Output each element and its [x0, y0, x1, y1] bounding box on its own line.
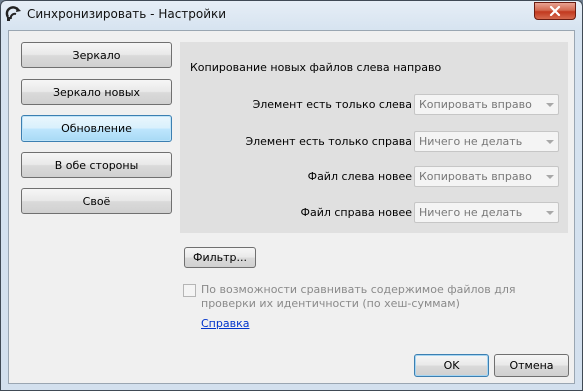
row-right-newer-select[interactable]: Ничего не делать — [414, 202, 559, 223]
row-left-only-value: Копировать вправо — [419, 98, 532, 111]
row-left-newer-value: Копировать вправо — [419, 170, 532, 183]
row-right-newer-label: Файл справа новее — [300, 206, 412, 219]
mode-custom-button[interactable]: Своё — [21, 188, 172, 214]
cancel-button[interactable]: Отмена — [494, 354, 569, 377]
chevron-down-icon — [546, 103, 554, 107]
mode-update-button[interactable]: Обновление — [21, 115, 172, 142]
close-icon — [549, 6, 561, 16]
mode-two-way-button[interactable]: В обе стороны — [21, 152, 172, 178]
title-bar[interactable]: Синхронизировать - Настройки — [1, 1, 582, 29]
close-button[interactable] — [534, 2, 576, 20]
row-left-newer-label: Файл слева новее — [307, 170, 412, 183]
row-right-only-label: Элемент есть только справа — [245, 135, 412, 148]
row-left-only-label: Элемент есть только слева — [252, 98, 412, 111]
chevron-down-icon — [546, 140, 554, 144]
mode-mirror-button[interactable]: Зеркало — [21, 42, 172, 68]
chevron-down-icon — [546, 175, 554, 179]
sync-rules-panel: Копирование новых файлов слева направо Э… — [180, 42, 568, 233]
mode-mirror-new-label: Зеркало новых — [52, 85, 141, 99]
dialog-body: Зеркало Зеркало новых Обновление В обе с… — [8, 30, 575, 384]
help-link[interactable]: Справка — [201, 317, 249, 330]
ok-button-label: OK — [443, 359, 460, 372]
compare-content-checkbox[interactable] — [183, 284, 196, 297]
app-icon — [5, 6, 21, 21]
chevron-down-icon — [546, 211, 554, 215]
cancel-button-label: Отмена — [509, 359, 554, 372]
row-right-only-value: Ничего не делать — [419, 135, 523, 148]
mode-custom-label: Своё — [82, 194, 111, 208]
panel-description: Копирование новых файлов слева направо — [190, 61, 442, 74]
mode-two-way-label: В обе стороны — [54, 158, 139, 172]
row-right-newer-value: Ничего не делать — [419, 206, 523, 219]
row-left-only-select[interactable]: Копировать вправо — [414, 94, 559, 115]
mode-mirror-new-button[interactable]: Зеркало новых — [21, 79, 172, 105]
window-title: Синхронизировать - Настройки — [27, 7, 227, 21]
filter-button[interactable]: Фильтр... — [184, 247, 256, 268]
ok-button[interactable]: OK — [414, 354, 489, 377]
row-right-only-select[interactable]: Ничего не делать — [414, 131, 559, 152]
settings-window: Синхронизировать - Настройки Зеркало Зер… — [0, 0, 583, 391]
mode-mirror-label: Зеркало — [72, 48, 121, 62]
row-left-newer-select[interactable]: Копировать вправо — [414, 166, 559, 187]
mode-update-label: Обновление — [61, 122, 132, 135]
filter-button-label: Фильтр... — [192, 251, 247, 264]
compare-content-label: По возможности сравнивать содержимое фай… — [201, 283, 516, 310]
